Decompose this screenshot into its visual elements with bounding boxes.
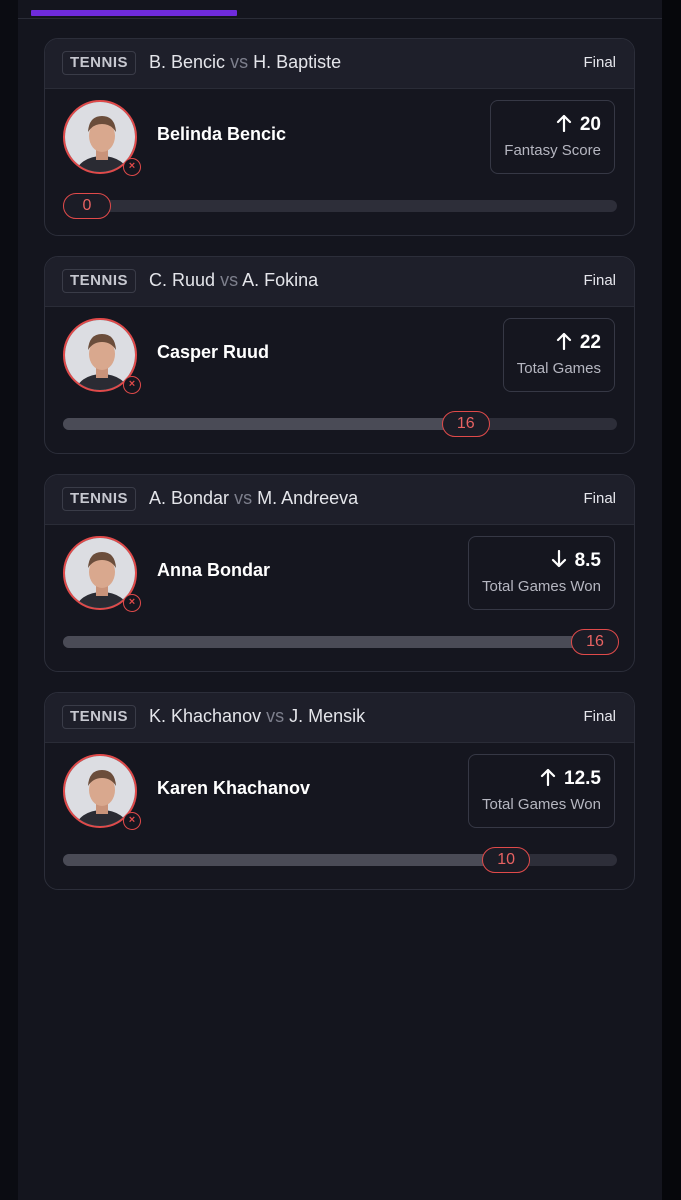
stat-label: Total Games Won <box>482 578 601 595</box>
progress-fill <box>63 636 595 648</box>
projection-box: 12.5 Total Games Won <box>468 754 615 828</box>
progress-track: 16 <box>63 411 617 437</box>
projection-value: 22 <box>579 332 601 353</box>
actual-result-pill: 0 <box>63 193 111 219</box>
tab-bar <box>18 0 662 19</box>
projection-value: 20 <box>579 114 601 135</box>
projection-line: 8.5 <box>482 549 601 574</box>
matchup-player-2: A. Fokina <box>242 270 319 290</box>
matchup-player-2: H. Baptiste <box>253 52 342 72</box>
card-header: TENNIS K. Khachanov vs J. Mensik Final <box>45 693 634 743</box>
projection-line: 22 <box>517 332 601 356</box>
sport-tag: TENNIS <box>62 51 137 75</box>
matchup-player-1: C. Ruud <box>149 270 216 290</box>
active-tab-indicator <box>31 10 237 16</box>
projection-box: 20 Fantasy Score <box>490 100 615 174</box>
matchup: K. Khachanov vs J. Mensik <box>149 706 365 727</box>
card-header: TENNIS B. Bencic vs H. Baptiste Final <box>45 39 634 89</box>
matchup-player-2: M. Andreeva <box>257 488 359 508</box>
direction-arrow-icon <box>551 549 567 574</box>
player-name: Karen Khachanov <box>157 778 311 798</box>
sport-tag: TENNIS <box>62 705 137 729</box>
progress-track: 0 <box>63 193 617 219</box>
window-edge <box>662 0 681 1200</box>
matchup-player-1: B. Bencic <box>149 52 226 72</box>
actual-result-pill: 16 <box>441 411 490 437</box>
picks-panel: TENNIS B. Bencic vs H. Baptiste Final × … <box>18 0 662 1200</box>
player-avatar: × <box>63 754 141 830</box>
matchup-player-1: A. Bondar <box>149 488 230 508</box>
pick-card[interactable]: TENNIS A. Bondar vs M. Andreeva Final × … <box>44 474 635 672</box>
player-avatar: × <box>63 100 141 176</box>
stat-label: Total Games <box>516 360 601 377</box>
actual-result-pill: 10 <box>482 847 531 873</box>
projection-line: 20 <box>504 114 601 138</box>
player-name: Anna Bondar <box>157 560 271 580</box>
progress-fill <box>63 854 507 866</box>
sport-tag: TENNIS <box>62 487 137 511</box>
lost-x-icon: × <box>123 158 141 176</box>
stat-label: Total Games Won <box>482 796 601 813</box>
game-status: Final <box>583 708 616 725</box>
lost-x-icon: × <box>123 376 141 394</box>
matchup: C. Ruud vs A. Fokina <box>149 270 318 291</box>
stat-label: Fantasy Score <box>504 142 601 159</box>
progress-fill <box>63 418 466 430</box>
lost-x-icon: × <box>123 594 141 612</box>
lost-x-icon: × <box>123 812 141 830</box>
player-avatar: × <box>63 536 141 612</box>
pick-card[interactable]: TENNIS C. Ruud vs A. Fokina Final × Casp… <box>44 256 635 454</box>
game-status: Final <box>583 490 616 507</box>
actual-result-pill: 16 <box>571 629 619 655</box>
projection-line: 12.5 <box>482 768 601 792</box>
matchup-player-1: K. Khachanov <box>149 706 262 726</box>
direction-arrow-icon <box>540 768 556 792</box>
sport-tag: TENNIS <box>62 269 137 293</box>
matchup-player-2: J. Mensik <box>289 706 366 726</box>
projection-box: 22 Total Games <box>502 318 615 392</box>
matchup-vs: vs <box>266 706 285 726</box>
projection-value: 12.5 <box>564 768 601 789</box>
direction-arrow-icon <box>556 114 572 138</box>
player-name: Belinda Bencic <box>157 124 287 144</box>
projection-box: 8.5 Total Games Won <box>468 536 615 610</box>
card-header: TENNIS A. Bondar vs M. Andreeva Final <box>45 475 634 525</box>
matchup: B. Bencic vs H. Baptiste <box>149 52 341 73</box>
game-status: Final <box>583 272 616 289</box>
direction-arrow-icon <box>556 332 572 356</box>
progress-track: 10 <box>63 847 617 873</box>
matchup-vs: vs <box>220 270 239 290</box>
pick-card[interactable]: TENNIS K. Khachanov vs J. Mensik Final ×… <box>44 692 635 890</box>
matchup: A. Bondar vs M. Andreeva <box>149 488 358 509</box>
card-header: TENNIS C. Ruud vs A. Fokina Final <box>45 257 634 307</box>
player-avatar: × <box>63 318 141 394</box>
player-name: Casper Ruud <box>157 342 270 362</box>
matchup-vs: vs <box>234 488 253 508</box>
projection-value: 8.5 <box>574 550 601 571</box>
progress-track: 16 <box>63 629 619 655</box>
game-status: Final <box>583 54 616 71</box>
matchup-vs: vs <box>230 52 249 72</box>
pick-card[interactable]: TENNIS B. Bencic vs H. Baptiste Final × … <box>44 38 635 236</box>
